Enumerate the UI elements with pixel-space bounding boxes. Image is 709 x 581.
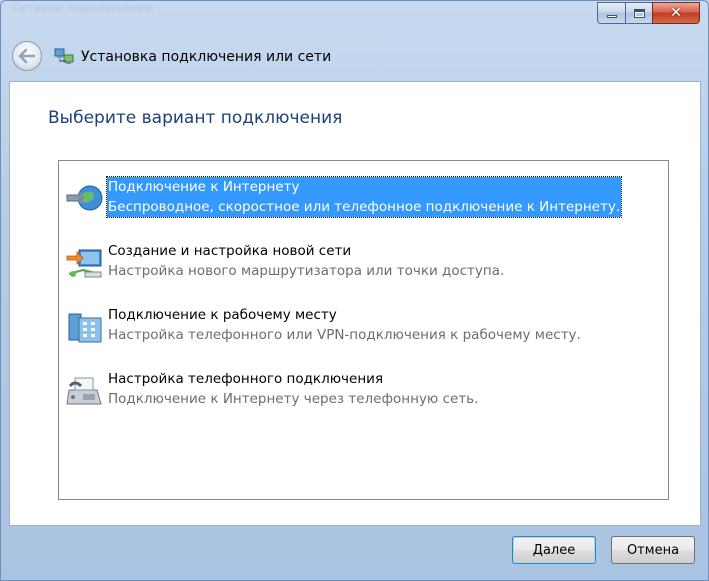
wizard-window: Сетевое подключение ✕ Установка подключе…: [0, 0, 709, 581]
back-arrow-icon: [18, 48, 36, 64]
window-title: Сетевое подключение: [11, 1, 153, 15]
option-description: Настройка телефонного или VPN-подключени…: [108, 327, 581, 343]
option-title: Подключение к Интернету: [107, 177, 622, 197]
close-button[interactable]: ✕: [652, 2, 700, 24]
router-setup-icon: [66, 249, 102, 278]
option-dialup[interactable]: Настройка телефонного подключения Подклю…: [65, 369, 665, 413]
back-button[interactable]: [12, 41, 42, 71]
maximize-icon: [633, 8, 645, 18]
option-text: Подключение к рабочему месту Настройка т…: [107, 305, 582, 345]
minimize-icon: [606, 15, 617, 18]
content-panel: Выберите вариант подключения Подключение…: [9, 81, 701, 526]
title-bar[interactable]: Сетевое подключение ✕: [1, 1, 708, 31]
option-new-network[interactable]: Создание и настройка новой сети Настройк…: [65, 241, 665, 285]
option-text: Подключение к Интернету Беспроводное, ск…: [105, 176, 623, 218]
connection-options-list[interactable]: Подключение к Интернету Беспроводное, ск…: [58, 160, 669, 500]
fax-phone-icon: [66, 377, 102, 405]
caption-buttons: ✕: [597, 2, 700, 24]
wizard-title: Установка подключения или сети: [81, 49, 332, 65]
option-title: Подключение к рабочему месту: [108, 307, 337, 323]
option-internet-connection[interactable]: Подключение к Интернету Беспроводное, ск…: [65, 176, 665, 221]
workplace-building-icon: [68, 313, 102, 343]
page-heading: Выберите вариант подключения: [48, 108, 343, 128]
option-description: Подключение к Интернету через телефонную…: [108, 391, 479, 407]
option-title: Настройка телефонного подключения: [108, 371, 384, 387]
navigation-bar: Установка подключения или сети: [1, 35, 708, 81]
option-text: Настройка телефонного подключения Подклю…: [107, 369, 479, 409]
minimize-button[interactable]: [597, 2, 625, 24]
next-button[interactable]: Далее: [512, 536, 596, 564]
option-description: Настройка нового маршрутизатора или точк…: [108, 263, 505, 279]
close-icon: ✕: [670, 5, 682, 21]
option-title: Создание и настройка новой сети: [108, 243, 352, 259]
cancel-button[interactable]: Отмена: [611, 536, 695, 564]
option-workplace[interactable]: Подключение к рабочему месту Настройка т…: [65, 305, 665, 349]
option-text: Создание и настройка новой сети Настройк…: [107, 241, 505, 281]
network-connection-icon: [54, 48, 74, 64]
footer-bar: Далее Отмена: [1, 527, 708, 581]
option-description: Беспроводное, скоростное или телефонное …: [107, 197, 622, 217]
globe-connect-icon: [66, 185, 103, 211]
maximize-button[interactable]: [625, 2, 652, 24]
